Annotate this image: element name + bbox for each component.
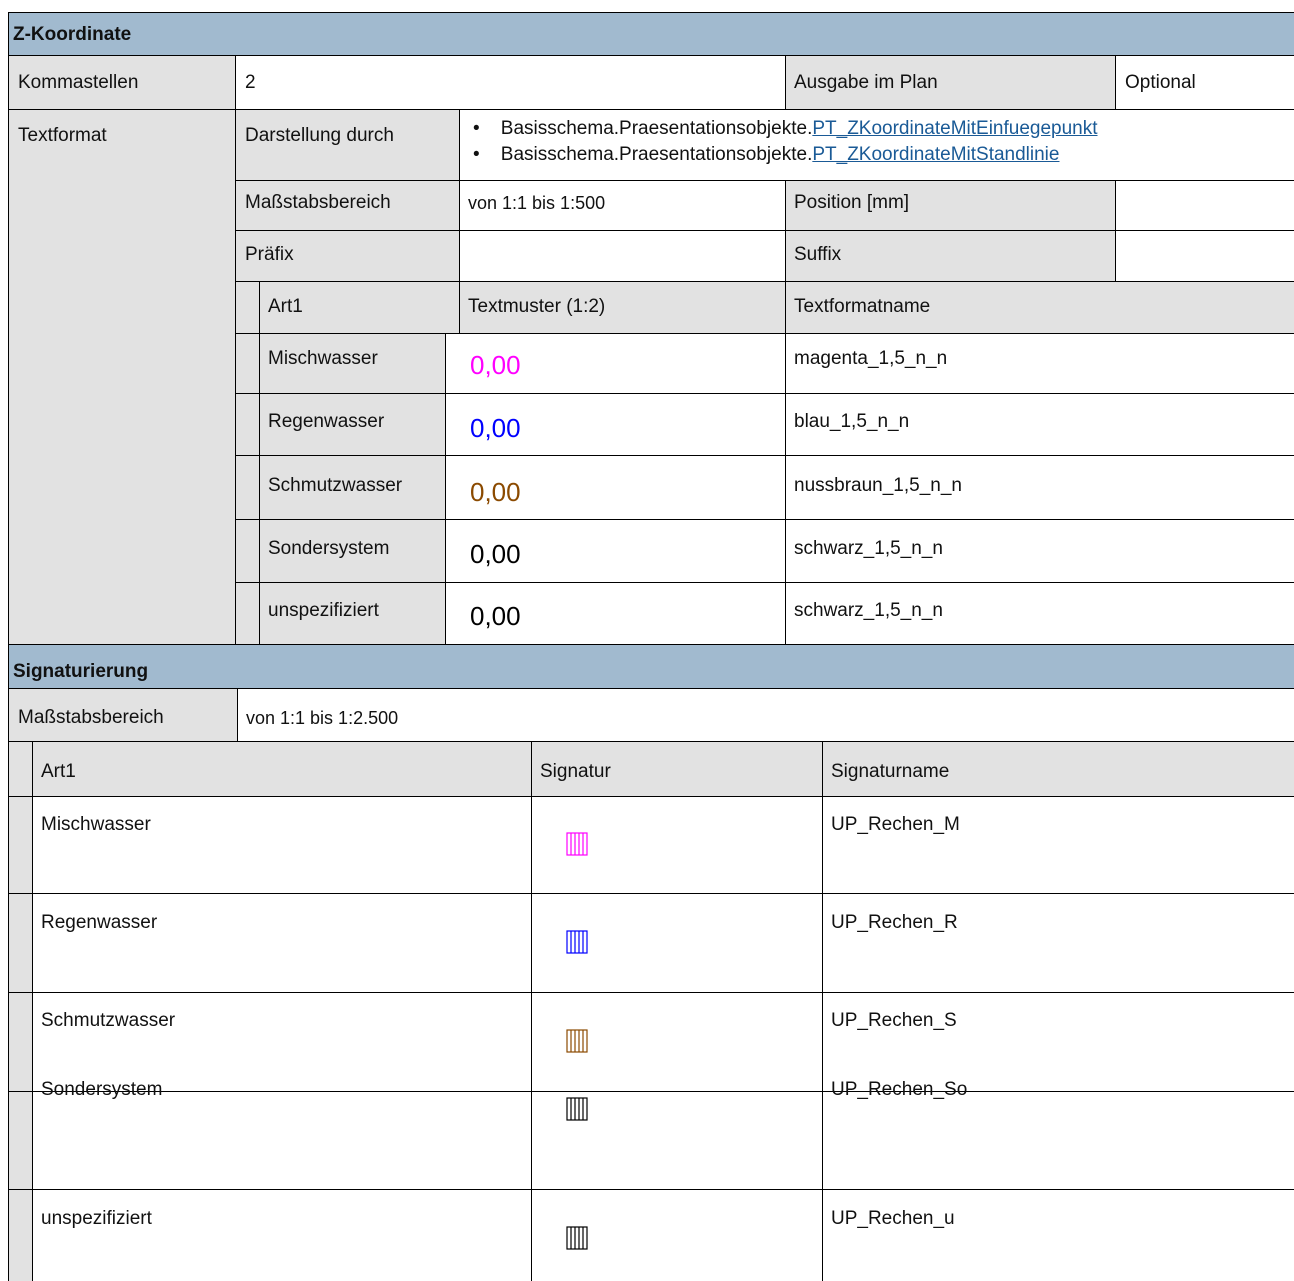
sig-table-header-art: Art1 — [41, 761, 76, 782]
praefix-label: Präfix — [245, 244, 294, 265]
text-row-muster: 0,00 — [470, 539, 521, 569]
darstellung-list-item: • Basisschema.Praesentationsobjekte.PT_Z… — [473, 118, 1098, 140]
massstab-value: von 1:1 bis 1:500 — [468, 193, 606, 213]
rechen-icon — [566, 1029, 588, 1053]
text-table-header-name: Textformatname — [794, 296, 931, 317]
sig-row-art: unspezifiziert — [41, 1208, 152, 1229]
text-row-muster: 0,00 — [470, 601, 521, 631]
sig-row-art: Schmutzwasser — [41, 1010, 176, 1031]
sig-row-name: UP_Rechen_u — [831, 1208, 955, 1229]
sig-row-name: UP_Rechen_R — [831, 912, 958, 933]
rechen-icon — [566, 1226, 588, 1250]
rechen-icon — [566, 930, 588, 954]
text-row-muster: 0,00 — [470, 350, 521, 380]
sig-table-indent-strip — [8, 796, 32, 1281]
text-row-name: blau_1,5_n_n — [794, 411, 910, 432]
signaturierung-title: Signaturierung — [13, 661, 149, 682]
text-table-header-muster: Textmuster (1:2) — [468, 296, 606, 317]
text-row-art: Schmutzwasser — [268, 475, 403, 496]
text-row-art: Mischwasser — [268, 348, 378, 369]
sig-massstab-label: Maßstabsbereich — [18, 707, 164, 728]
z-koordinate-title: Z-Koordinate — [13, 24, 132, 45]
sig-row-art: Sondersystem — [41, 1079, 163, 1100]
text-row-name: magenta_1,5_n_n — [794, 348, 948, 369]
massstab-label: Maßstabsbereich — [245, 192, 391, 213]
bullet-icon: • — [473, 118, 480, 139]
text-row-name: schwarz_1,5_n_n — [794, 600, 943, 621]
section-header-signaturierung — [8, 645, 1294, 688]
text-row-art: Sondersystem — [268, 538, 390, 559]
bullet-icon: • — [473, 144, 480, 165]
ausgabe-label: Ausgabe im Plan — [794, 72, 938, 93]
sig-table-header-signatur: Signatur — [540, 761, 611, 782]
text-row-muster: 0,00 — [470, 477, 521, 507]
text-row-art: Regenwasser — [268, 411, 385, 432]
sig-row-name: UP_Rechen_So — [831, 1079, 968, 1100]
rechen-icon — [566, 1097, 588, 1121]
text-row-name: nussbraun_1,5_n_n — [794, 475, 962, 496]
kommastellen-label: Kommastellen — [18, 72, 139, 93]
text-table-header-row — [235, 281, 1294, 333]
sig-row-name: UP_Rechen_S — [831, 1010, 957, 1031]
position-label: Position [mm] — [794, 192, 910, 213]
sig-row-art: Regenwasser — [41, 912, 158, 933]
suffix-label: Suffix — [794, 244, 842, 265]
text-row-art: unspezifiziert — [268, 600, 379, 621]
ausgabe-value: Optional — [1125, 72, 1196, 93]
sig-massstab-value: von 1:1 bis 1:2.500 — [246, 708, 399, 728]
sig-row-art: Mischwasser — [41, 814, 151, 835]
darstellung-label: Darstellung durch — [245, 125, 394, 146]
darstellung-prefix: Basisschema.Praesentationsobjekte. — [500, 144, 813, 165]
section-header-z-koordinate — [8, 12, 1294, 55]
link-pt-zkoordinate-standlinie[interactable]: PT_ZKoordinateMitStandlinie — [812, 144, 1059, 165]
sig-table-header-row — [8, 741, 1294, 796]
text-row-muster: 0,00 — [470, 413, 521, 443]
kommastellen-value: 2 — [245, 72, 256, 93]
text-table-header-art: Art1 — [268, 296, 303, 317]
signaturierung-section: Signaturierung Maßstabsbereich von 1:1 b… — [0, 644, 1294, 1281]
z-koordinate-section: Z-Koordinate Kommastellen 2 Ausgabe im P… — [0, 0, 1294, 690]
text-row-name: schwarz_1,5_n_n — [794, 538, 943, 559]
rechen-icon — [566, 832, 588, 856]
textformat-label: Textformat — [18, 125, 107, 146]
sig-row-name: UP_Rechen_M — [831, 814, 960, 835]
darstellung-list-item: • Basisschema.Praesentationsobjekte.PT_Z… — [473, 144, 1059, 166]
textformat-label-cell — [8, 109, 235, 644]
text-table-indent-strip — [235, 333, 259, 644]
darstellung-prefix: Basisschema.Praesentationsobjekte. — [500, 118, 813, 139]
sig-table-header-name: Signaturname — [831, 761, 950, 782]
link-pt-zkoordinate-einfuegepunkt[interactable]: PT_ZKoordinateMitEinfuegepunkt — [812, 118, 1097, 139]
